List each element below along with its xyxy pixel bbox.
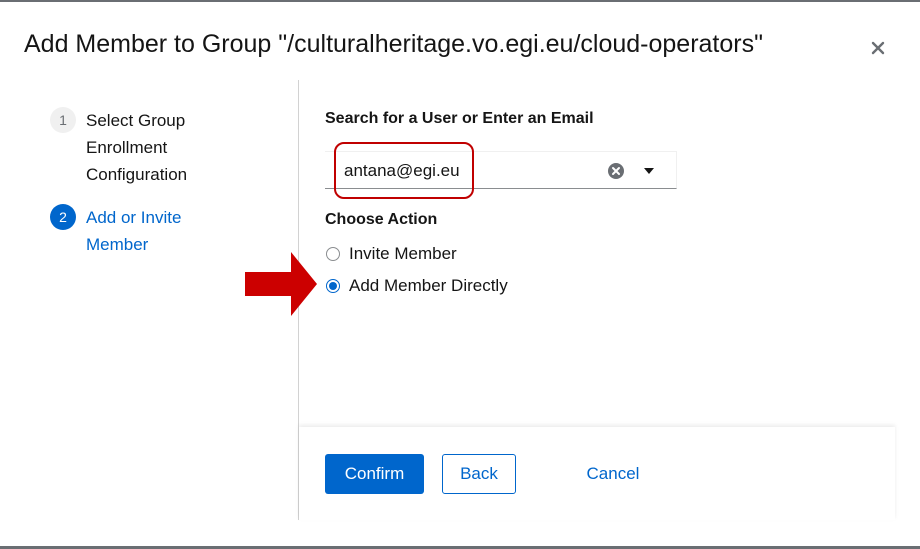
step-label: Add or Invite Member xyxy=(86,208,182,254)
clear-circle-icon xyxy=(608,163,624,179)
modal-title: Add Member to Group "/culturalheritage.v… xyxy=(24,30,763,58)
caret-down-icon xyxy=(644,168,654,174)
step-number: 1 xyxy=(50,107,76,133)
confirm-button[interactable]: Confirm xyxy=(325,454,424,494)
cancel-button[interactable]: Cancel xyxy=(569,454,657,494)
step-number: 2 xyxy=(50,204,76,230)
dropdown-toggle-button[interactable] xyxy=(642,164,656,178)
user-search-input[interactable]: antana@egi.eu xyxy=(325,151,677,189)
step-label: Select Group Enrollment Configuration xyxy=(86,111,188,184)
wizard-footer: Confirm Back Cancel xyxy=(299,427,895,520)
radio-button[interactable] xyxy=(326,279,340,293)
choose-action-label: Choose Action xyxy=(325,211,438,228)
back-button[interactable]: Back xyxy=(442,454,516,494)
search-label: Search for a User or Enter an Email xyxy=(325,110,594,127)
wizard-step-1[interactable]: 1 Select Group Enrollment Configuration xyxy=(50,107,246,188)
radio-label: Invite Member xyxy=(349,244,457,263)
wizard-nav: 1 Select Group Enrollment Configuration … xyxy=(0,80,299,520)
close-button[interactable] xyxy=(864,34,892,62)
clear-button[interactable] xyxy=(607,162,625,180)
radio-add-member-directly[interactable]: Add Member Directly xyxy=(326,276,508,296)
close-icon xyxy=(871,41,885,55)
radio-invite-member[interactable]: Invite Member xyxy=(326,244,457,264)
radio-label: Add Member Directly xyxy=(349,276,508,295)
wizard-step-2[interactable]: 2 Add or Invite Member xyxy=(50,204,246,258)
radio-button[interactable] xyxy=(326,247,340,261)
search-input-value[interactable]: antana@egi.eu xyxy=(344,161,460,181)
window-top-border xyxy=(0,0,920,2)
